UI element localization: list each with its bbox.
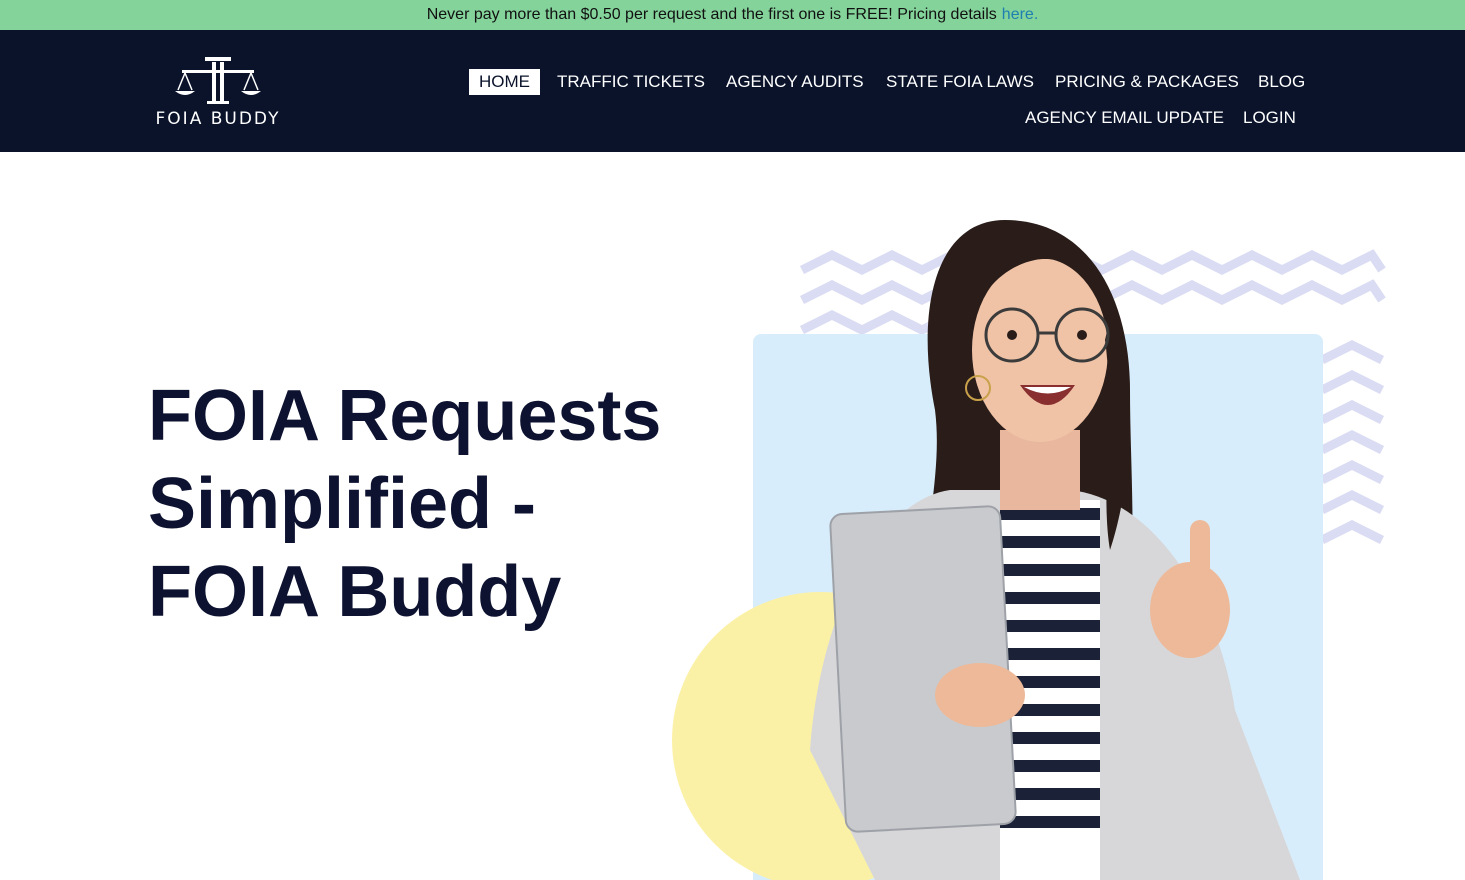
scales-of-justice-icon [175, 57, 261, 104]
hero-title-line-1: FOIA Requests [148, 376, 662, 456]
hero-title-line-2: Simplified - [148, 464, 537, 544]
nav-agency-audits[interactable]: AGENCY AUDITS [716, 69, 874, 95]
hero-illustration [672, 220, 1386, 880]
pricing-details-link[interactable]: here. [1002, 6, 1038, 24]
brand-name: FOIA BUDDY [155, 109, 281, 129]
announcement-text: Never pay more than $0.50 per request an… [426, 6, 997, 23]
site-header: FOIA BUDDY HOME TRAFFIC TICKETS AGENCY A… [0, 30, 1465, 152]
nav-home[interactable]: HOME [469, 69, 540, 95]
announcement-bar: Never pay more than $0.50 per request an… [0, 0, 1465, 30]
hero-title: FOIA Requests Simplified - FOIA Buddy [148, 372, 708, 636]
nav-pricing-packages[interactable]: PRICING & PACKAGES [1045, 69, 1249, 95]
nav-login[interactable]: LOGIN [1233, 105, 1306, 131]
hero-title-line-3: FOIA Buddy [148, 552, 562, 632]
nav-state-foia-laws[interactable]: STATE FOIA LAWS [876, 69, 1044, 95]
site-logo[interactable]: FOIA BUDDY [152, 54, 284, 130]
nav-blog[interactable]: BLOG [1248, 69, 1315, 95]
nav-traffic-tickets[interactable]: TRAFFIC TICKETS [547, 69, 715, 95]
nav-agency-email-update[interactable]: AGENCY EMAIL UPDATE [1015, 105, 1234, 131]
